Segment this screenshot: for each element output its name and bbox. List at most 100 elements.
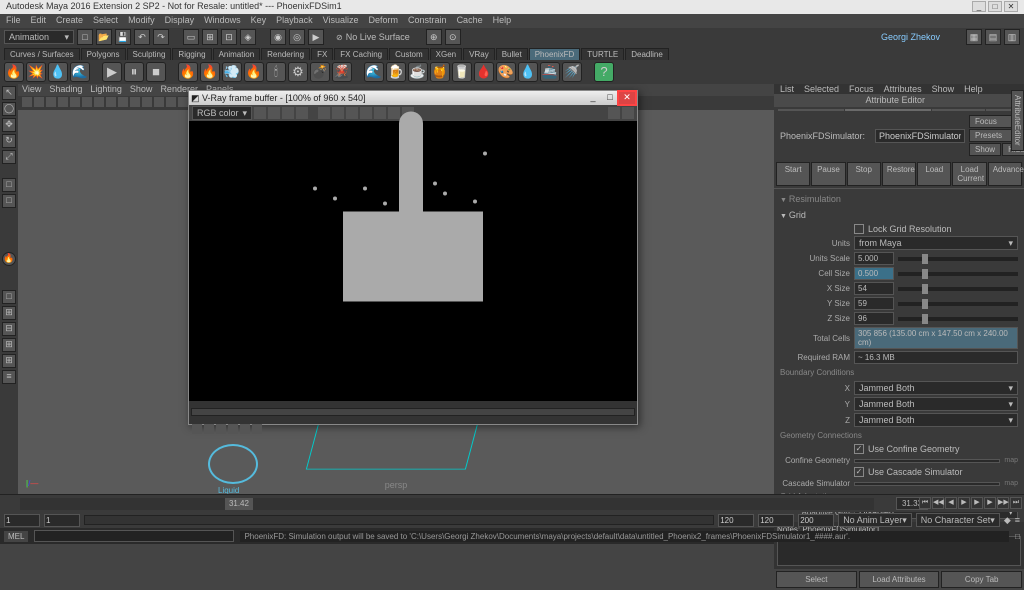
step-back-button[interactable]: ◀◀: [932, 497, 944, 509]
shelf-help-icon[interactable]: ?: [594, 62, 614, 82]
bc-y-dropdown[interactable]: Jammed Both▾: [854, 397, 1018, 411]
shelf-fire-icon[interactable]: 🔥: [4, 62, 24, 82]
shelf-stop-button[interactable]: ■: [146, 62, 166, 82]
shelf-ocean-icon[interactable]: 🌊: [70, 62, 90, 82]
vp-icon[interactable]: [58, 97, 68, 107]
layout-icon[interactable]: ▦: [966, 29, 982, 45]
bc-x-dropdown[interactable]: Jammed Both▾: [854, 381, 1018, 395]
copy-tab-button[interactable]: Copy Tab: [941, 571, 1022, 588]
units-dropdown[interactable]: from Maya▾: [854, 236, 1018, 250]
menu-constrain[interactable]: Constrain: [408, 15, 447, 27]
shelf-explosion-icon[interactable]: 💥: [26, 62, 46, 82]
prefs-icon[interactable]: ≡: [1015, 515, 1020, 525]
shelf-tab-bullet[interactable]: Bullet: [496, 48, 528, 60]
layout-3[interactable]: ⊞: [2, 354, 16, 368]
shelf-liq5-icon[interactable]: 🥛: [452, 62, 472, 82]
vp-icon[interactable]: [130, 97, 140, 107]
shelf-preset1-icon[interactable]: 🔥: [178, 62, 198, 82]
vfb-bottom-icon[interactable]: [240, 424, 250, 434]
vfb-tool-icon[interactable]: [608, 107, 620, 119]
xsize-field[interactable]: 54: [854, 282, 894, 295]
vfb-max-button[interactable]: □: [602, 92, 618, 104]
vp-icon[interactable]: [178, 97, 188, 107]
vp-icon[interactable]: [82, 97, 92, 107]
shelf-tab-deadline[interactable]: Deadline: [625, 48, 669, 60]
vfb-channel-dropdown[interactable]: RGB color▾: [192, 106, 252, 120]
minimize-button[interactable]: _: [972, 1, 986, 12]
script-editor-icon[interactable]: □: [1015, 532, 1020, 541]
menu-edit[interactable]: Edit: [31, 15, 47, 27]
vp-icon[interactable]: [166, 97, 176, 107]
vfb-tool-icon[interactable]: [388, 107, 400, 119]
vfb-tool-icon[interactable]: [374, 107, 386, 119]
play-fwd-button[interactable]: ▶: [971, 497, 983, 509]
menu-modify[interactable]: Modify: [128, 15, 155, 27]
shelf-preset2-icon[interactable]: 🔥: [200, 62, 220, 82]
prev-frame-button[interactable]: ◀: [945, 497, 957, 509]
vfb-tool-icon[interactable]: [332, 107, 344, 119]
vp-icon[interactable]: [94, 97, 104, 107]
select-tool[interactable]: ↖: [2, 86, 16, 100]
range-start-field[interactable]: [4, 514, 40, 527]
panel-lighting[interactable]: Lighting: [90, 84, 122, 96]
undo-icon[interactable]: ↶: [134, 29, 150, 45]
vfb-render-view[interactable]: [189, 121, 637, 401]
vfb-bottom-icon[interactable]: [204, 424, 214, 434]
ae-tab-show[interactable]: Show: [932, 84, 955, 94]
shelf-pause-button[interactable]: ⏸: [124, 62, 144, 82]
rotate-tool[interactable]: ↻: [2, 134, 16, 148]
select-tool-icon[interactable]: ▭: [183, 29, 199, 45]
cell-size-field[interactable]: 0.500: [854, 267, 894, 280]
shelf-preset4-icon[interactable]: 🔥: [244, 62, 264, 82]
sim-pause-button[interactable]: Pause: [811, 162, 845, 186]
layout-2h[interactable]: ⊟: [2, 322, 16, 336]
sim-stop-button[interactable]: Stop: [847, 162, 881, 186]
key-icon[interactable]: ◆: [1004, 515, 1011, 526]
menu-playback[interactable]: Playback: [276, 15, 313, 27]
vfb-tool-icon[interactable]: [318, 107, 330, 119]
layout-four[interactable]: ⊞: [2, 306, 16, 320]
shelf-liq3-icon[interactable]: ☕: [408, 62, 428, 82]
bc-z-dropdown[interactable]: Jammed Both▾: [854, 413, 1018, 427]
time-marker[interactable]: 31.42: [225, 498, 253, 510]
shelf-liq8-icon[interactable]: 💧: [518, 62, 538, 82]
use-cascade-checkbox[interactable]: ✓: [854, 467, 864, 477]
attribute-editor-tab[interactable]: AttributeEditor: [1011, 90, 1024, 151]
anim-layer-dropdown[interactable]: No Anim Layer▾: [838, 513, 912, 527]
save-scene-icon[interactable]: 💾: [115, 29, 131, 45]
cell-size-slider[interactable]: [898, 272, 1018, 276]
shelf-preset5-icon[interactable]: 🕯: [266, 62, 286, 82]
lock-grid-checkbox[interactable]: [854, 224, 864, 234]
magnet-icon[interactable]: ⊕: [426, 29, 442, 45]
sim-advanced-button[interactable]: Advanced: [988, 162, 1022, 186]
units-scale-field[interactable]: 5.000: [854, 252, 894, 265]
menu-help[interactable]: Help: [493, 15, 512, 27]
range-slider[interactable]: [84, 515, 714, 525]
render-icon[interactable]: ◉: [270, 29, 286, 45]
command-input[interactable]: [34, 530, 234, 542]
menu-create[interactable]: Create: [56, 15, 83, 27]
magnet2-icon[interactable]: ⊙: [445, 29, 461, 45]
vfb-bottom-icon[interactable]: [192, 424, 202, 434]
shelf-preset3-icon[interactable]: 💨: [222, 62, 242, 82]
shelf-liq1-icon[interactable]: 🌊: [364, 62, 384, 82]
vfb-bottom-icon[interactable]: [228, 424, 238, 434]
vfb-rgb-icon[interactable]: [254, 107, 266, 119]
shelf-tab-polygons[interactable]: Polygons: [81, 48, 126, 60]
range-end-field[interactable]: [758, 514, 794, 527]
fire-tool-icon[interactable]: 🔥: [2, 252, 16, 266]
play-back-button[interactable]: ▶: [958, 497, 970, 509]
vfb-bottom-icon[interactable]: [216, 424, 226, 434]
go-start-button[interactable]: ⏮: [919, 497, 931, 509]
tool2[interactable]: □: [2, 194, 16, 208]
shelf-tab-rigging[interactable]: Rigging: [172, 48, 211, 60]
zsize-slider[interactable]: [898, 317, 1018, 321]
mel-label[interactable]: MEL: [4, 531, 28, 542]
shelf-tab-custom[interactable]: Custom: [389, 48, 429, 60]
scale-tool[interactable]: ⤢: [2, 150, 16, 164]
menu-windows[interactable]: Windows: [204, 15, 241, 27]
layout-single[interactable]: □: [2, 290, 16, 304]
units-scale-slider[interactable]: [898, 257, 1018, 261]
move-tool[interactable]: ✥: [2, 118, 16, 132]
outliner-icon[interactable]: ≡: [2, 370, 16, 384]
